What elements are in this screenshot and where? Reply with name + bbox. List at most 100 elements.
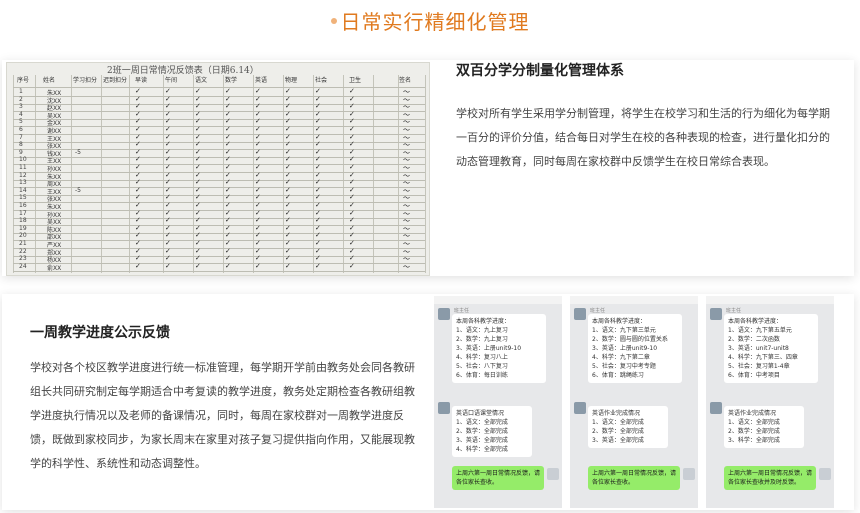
chat-bubble-line: 6、体育：中考项目 [728,372,780,379]
avatar [710,402,722,414]
chat-bubble-line: 3、英语：unit7-unit8 [728,345,789,352]
chat-bubble-line: 2、数学：九上复习 [456,336,508,343]
sheet-deduction: -5 [75,186,81,194]
sheet-deduction: -5 [75,148,81,156]
chat-bubble-line: 3、英语：全部完成 [456,437,508,444]
chat-bubble: 本周各科教学进度： 1、语文：九下第三单元 2、数学：圆与圆的位置关系 3、英语：上册… [588,314,682,383]
chat-bubble-line: 6、体育：每日训练 [456,372,508,379]
title-dot-icon [330,17,337,24]
section2-body: 学校对各个校区教学进度进行统一标准管理，每学期开学前由教务处会同各教研组长共同研… [30,361,415,470]
chat-bubble-line: 2、数学：全部完成 [456,428,508,435]
chat-bubble-line: 2、数学：二次函数 [728,336,780,343]
chat-screenshot-3: 班主任 本周各科教学进度： 1、语文：九下第五单元 2、数学：二次函数 3、英语：uni… [706,296,834,508]
chat-bubble-line: 1、语文：九下第五单元 [728,327,792,334]
sheet-row-index: 22 [19,247,27,255]
sheet-header-cell: 学习扣分 [73,77,98,84]
sheet-row-index: 18 [19,217,27,225]
chat-bubble-line: 英语作业完成情况 [592,410,641,417]
chat-bubble-line: 1、语文：全部完成 [456,419,508,426]
chat-bubble-line: 4、科学：九下第三、四章 [728,354,798,361]
chat-sender: 班主任 [590,308,606,314]
chat-bubble-sent: 上周六第一周日常情况反馈，请各位家长查收并及时反馈。 [724,466,816,490]
avatar [574,402,586,414]
chat-bubble-line: 本周各科教学进度： [592,318,647,325]
avatar [574,308,586,320]
chat-bubble-line: 3、英语：全部完成 [592,437,644,444]
sheet-row-index: 7 [19,133,23,141]
chat-bubble: 本周各科教学进度： 1、语文：九上复习 2、数学：九上复习 3、英语：上册unit9-… [452,314,546,383]
chat-bubble: 英语作业完成情况 1、语文：全部完成 2、数学：全部完成 3、科学：全部完成 [724,406,804,448]
sheet-row-index: 21 [19,240,27,247]
chat-bubble: 本周各科教学进度： 1、语文：九下第五单元 2、数学：二次函数 3、英语：unit7-… [724,314,818,383]
chat-bubble-line: 2、数学：全部完成 [728,428,780,435]
signature-mark: ～ [403,262,410,271]
check-mark-icon: ✓ [285,261,291,270]
sheet-row-index: 12 [19,171,27,179]
page-title: 日常实行精细化管理 [0,6,860,35]
sheet-row-index: 3 [19,103,23,111]
chat-bubble-line: 1、语文：全部完成 [592,419,644,426]
chat-bubble: 英语口语课堂情况 1、语文：全部完成 2、数学：全部完成 3、英语：全部完成 4、科学：… [452,406,532,457]
sheet-row-index: 10 [19,156,27,164]
avatar-icon [547,468,559,480]
sheet-row-index: 5 [19,118,23,126]
chat-screenshot-2: 班主任 本周各科教学进度： 1、语文：九下第三单元 2、数学：圆与圆的位置关系 3、英语… [570,296,698,508]
section1-title: 双百分学分制量化管理体系 [456,63,624,79]
chat-status-bar [434,296,562,304]
chat-bubble-line: 4、科学：九下第二章 [592,354,650,361]
chat-bubble-line: 6、体育：跳绳练习 [592,372,644,379]
sheet-header-cell: 迟到扣分 [103,77,128,84]
chat-bubble-sent: 上周六第一周日常情况反馈，请各位家长查收。 [588,466,680,490]
sheet-row-index: 6 [19,126,23,133]
sheet-header-cell: 社会 [315,77,328,84]
sheet-header-cell: 语文 [195,77,208,84]
avatar [438,402,450,414]
chat-bubble-line: 1、语文：九上复习 [456,327,508,334]
feedback-sheet-photo: 2班一周日常情况反馈表（日期6.14） 序号 姓名 学习扣分 迟到扣分 早读 午间 语文 数学… [6,62,430,276]
chat-sender: 班主任 [454,308,470,314]
section1-body: 学校对所有学生采用学分制管理，将学生在校学习和生活的行为细化为每学期一百分的评价… [456,107,830,168]
chat-bubble-line: 4、科学：复习八上 [456,354,508,361]
check-mark-icon: ✓ [225,261,231,270]
check-mark-icon: ✓ [349,261,355,270]
sheet-row-index: 24 [19,262,27,270]
sheet-row: 24 俞XX ✓ ✓ ✓ ✓ ✓ ✓ ✓ ✓ ～ [13,261,425,272]
sheet-row-index: 20 [19,232,27,240]
avatar [710,308,722,320]
section2-title: 一周教学进度公示反馈 [30,325,170,341]
progress-feedback-card: 一周教学进度公示反馈 学校对各个校区教学进度进行统一标准管理，每学期开学前由教务… [2,294,854,510]
sheet-header-cell: 早读 [135,77,148,84]
avatar [438,308,450,320]
sheet-header-cell: 英语 [255,77,268,84]
sheet-header-cell: 物理 [285,77,298,84]
sheet-grid: 序号 姓名 学习扣分 迟到扣分 早读 午间 语文 数学 英语 物理 社会 卫生 签名 1 朱XX ✓ ✓ ✓ ✓ ✓ ✓… [13,75,426,273]
chat-bubble-line: 1、语文：九下第三单元 [592,327,656,334]
sheet-header-cell: 午间 [165,77,178,84]
chat-bubble-line: 5、社会：八下复习 [456,363,508,370]
chat-status-bar [706,296,834,304]
sheet-row-index: 14 [19,186,27,194]
sheet-row-index: 11 [19,164,27,171]
chat-bubble-line: 本周各科教学进度： [728,318,783,325]
sheet-row-index: 4 [19,110,23,118]
chat-bubble-line: 5、社会：复习中考专题 [592,363,656,370]
chat-bubble-line: 5、社会：复习第1-4章 [728,363,790,370]
chat-bubble-line: 英语作业完成情况 [728,410,777,417]
check-mark-icon: ✓ [315,261,321,270]
sheet-row-index: 16 [19,202,27,209]
chat-screenshot-1: 班主任 本周各科教学进度： 1、语文：九上复习 2、数学：九上复习 3、英语：上册uni… [434,296,562,508]
check-mark-icon: ✓ [195,261,201,270]
chat-bubble-line: 4、科学：全部完成 [456,446,508,453]
page-title-text: 日常实行精细化管理 [340,10,530,34]
chat-bubble-line: 3、英语：上册unit9-10 [592,345,658,352]
chat-bubble-sent: 上周六第一周日常情况反馈，请各位家长查收。 [452,466,544,490]
chat-bubble-line: 本周各科教学进度： [456,318,511,325]
sheet-header-cell: 签名 [399,77,412,84]
sheet-column-line [425,75,426,273]
sheet-row-index: 23 [19,255,27,263]
sheet-header-cell: 序号 [17,77,30,84]
sheet-header-cell: 卫生 [349,77,362,84]
sheet-row-index: 1 [19,88,23,95]
score-system-card: 2班一周日常情况反馈表（日期6.14） 序号 姓名 学习扣分 迟到扣分 早读 午间 语文 数学… [2,60,854,276]
sheet-header-row: 序号 姓名 学习扣分 迟到扣分 早读 午间 语文 数学 英语 物理 社会 卫生 签名 [13,75,425,88]
